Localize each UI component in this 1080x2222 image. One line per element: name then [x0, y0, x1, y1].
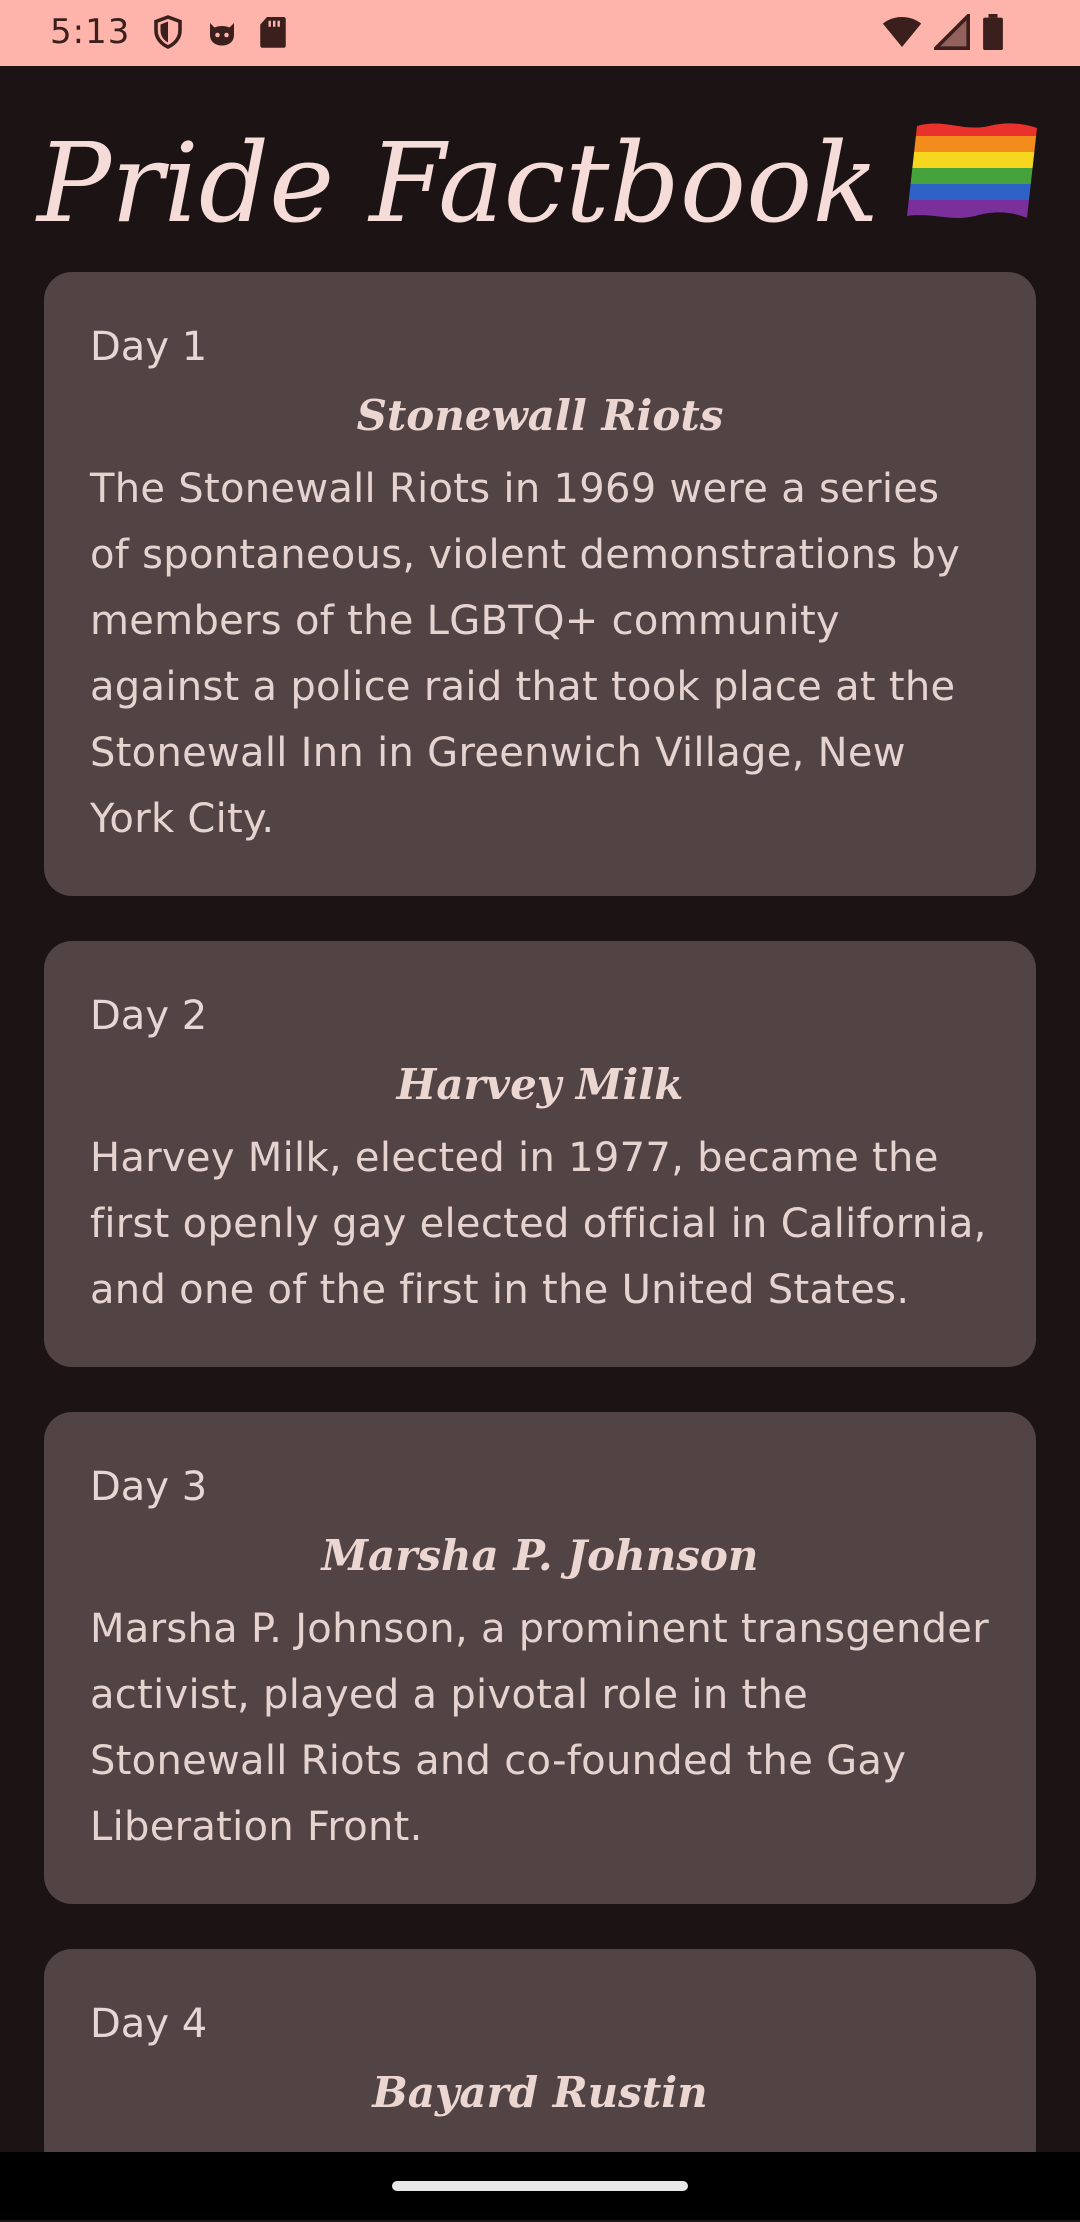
fact-title: Stonewall Riots	[356, 391, 724, 440]
fact-day-label: Day 4	[90, 2001, 208, 2047]
status-left-icons	[150, 14, 288, 50]
fact-title: Bayard Rustin	[372, 2068, 708, 2117]
fact-day-label: Day 3	[90, 1464, 208, 1510]
navigation-bar	[0, 2152, 1080, 2220]
cat-face-icon	[204, 14, 240, 50]
fact-body: Harvey Milk, elected in 1977, became the…	[90, 1135, 987, 1313]
status-time: 5:13	[50, 12, 131, 52]
fact-card-day-4[interactable]: Day 4 Bayard Rustin	[44, 1949, 1036, 2177]
fact-body: The Stonewall Riots in 1969 were a serie…	[90, 466, 961, 842]
fact-day-label: Day 2	[90, 993, 208, 1039]
app-title: Pride Factbook	[0, 118, 1080, 249]
sd-card-icon	[258, 14, 288, 50]
home-indicator[interactable]	[392, 2181, 688, 2191]
fact-day-label: Day 1	[90, 324, 208, 370]
fact-card-day-3[interactable]: Day 3 Marsha P. Johnson Marsha P. Johnso…	[44, 1412, 1036, 1904]
cellular-signal-icon	[934, 14, 970, 50]
status-right-icons	[882, 14, 1004, 50]
battery-icon	[982, 14, 1004, 50]
app-title-text: Pride Factbook	[36, 119, 880, 247]
status-bar: 5:13	[0, 0, 1080, 66]
shield-icon	[150, 14, 186, 50]
fact-title: Harvey Milk	[396, 1060, 684, 1109]
fact-list[interactable]: Day 1 Stonewall Riots The Stonewall Riot…	[44, 272, 1036, 2222]
fact-card-day-2[interactable]: Day 2 Harvey Milk Harvey Milk, elected i…	[44, 941, 1036, 1367]
fact-card-day-1[interactable]: Day 1 Stonewall Riots The Stonewall Riot…	[44, 272, 1036, 896]
rainbow-flag-icon	[903, 118, 1043, 249]
fact-title: Marsha P. Johnson	[321, 1531, 759, 1580]
wifi-icon	[882, 14, 922, 50]
fact-body: Marsha P. Johnson, a prominent transgend…	[90, 1606, 989, 1850]
